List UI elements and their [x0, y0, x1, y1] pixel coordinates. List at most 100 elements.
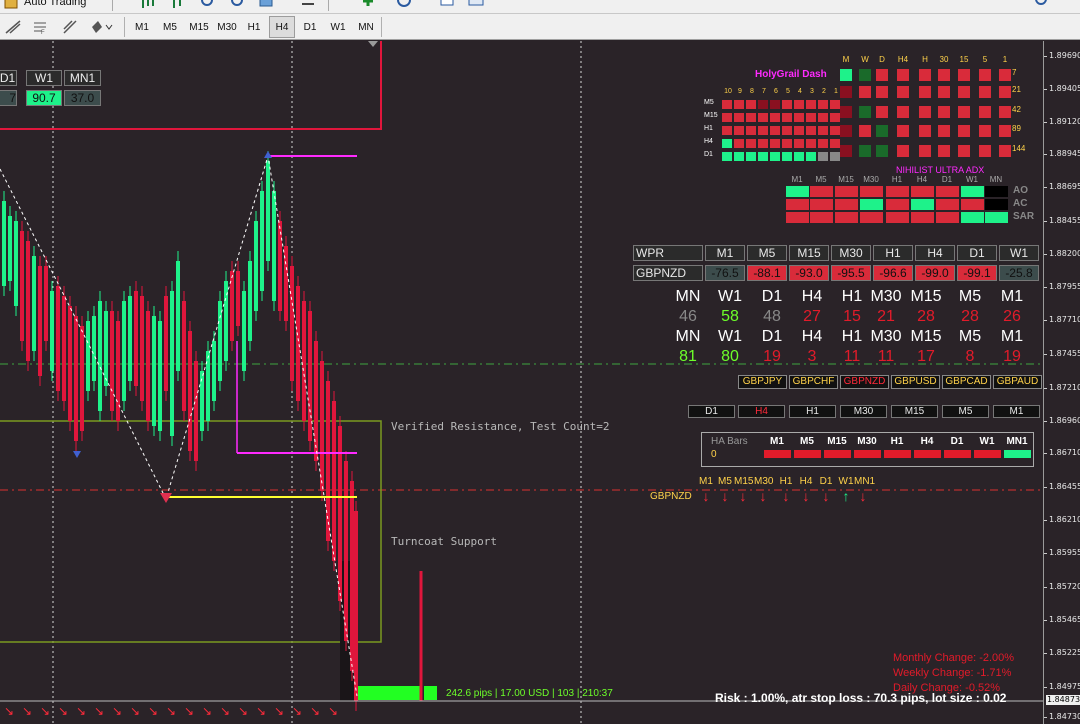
price-tick-label: 1.86210: [1049, 515, 1080, 524]
ha-bars-cell: [1004, 450, 1031, 458]
sell-signal-icon: ↘: [274, 704, 284, 718]
price-tick-label: 1.86455: [1049, 482, 1080, 491]
tile-windows-icon[interactable]: [258, 0, 274, 15]
nihilist-row-label: AO: [1013, 185, 1028, 196]
hg-signal-cell: [806, 152, 816, 161]
candle-body: [296, 286, 300, 401]
nihilist-cell: [961, 199, 984, 210]
hg-trend-cell: [919, 145, 931, 157]
hg-signal-cell: [818, 100, 828, 109]
pair-button-gbpaud[interactable]: GBPAUD: [993, 375, 1042, 389]
tf-row-button-m1[interactable]: M1: [993, 405, 1040, 418]
fibonacci-tool-icon[interactable]: F: [32, 19, 48, 40]
price-tick-label: 1.87710: [1049, 315, 1080, 324]
crosshair-tool-icon[interactable]: [4, 19, 22, 40]
candle-body: [164, 296, 168, 391]
strength-header: M5: [958, 288, 982, 305]
strength-value: 81: [679, 348, 697, 365]
hg-signal-cell: [734, 139, 744, 148]
nihilist-header: M5: [815, 175, 827, 184]
candle-body: [128, 296, 132, 381]
hg-signal-cell: [794, 152, 804, 161]
autotrading-icon[interactable]: [2, 0, 22, 12]
tf-h4[interactable]: H4: [269, 16, 295, 38]
hg-trend-cell: [938, 145, 950, 157]
wpr-tf-header: M1: [705, 245, 745, 261]
wpr-value: -88.1: [747, 265, 787, 281]
tf-w1[interactable]: W1: [325, 16, 351, 38]
pair-button-gbpcad[interactable]: GBPCAD: [942, 375, 991, 389]
bar-chart-icon[interactable]: [140, 0, 156, 15]
strength-value: 28: [917, 308, 935, 325]
tf-row-button-h4[interactable]: H4: [738, 405, 785, 418]
ha-bars-cell: [764, 450, 791, 458]
tf-m30[interactable]: M30: [213, 16, 241, 38]
zoom-in-icon[interactable]: [200, 0, 216, 15]
ha-bars-value: 0: [711, 449, 717, 460]
candle-body: [170, 291, 174, 436]
price-tick-mark: [1044, 122, 1047, 123]
tf-d1[interactable]: D1: [297, 16, 323, 38]
sell-signal-icon: ↘: [148, 704, 158, 718]
nihilist-cell: [810, 199, 833, 210]
draw-lines-icon[interactable]: [62, 19, 78, 40]
hg-signal-cell: [782, 139, 792, 148]
tf-row-button-m15[interactable]: M15: [891, 405, 938, 418]
hg-signal-cell: [794, 126, 804, 135]
hg-signal-cell: [782, 113, 792, 122]
arrow-down-icon: ↓: [859, 488, 867, 504]
candle-chart-icon[interactable]: [170, 0, 186, 15]
tf-m5[interactable]: M5: [157, 16, 183, 38]
holygrail-title: HolyGrail Dash: [755, 69, 827, 80]
strength-header: M1: [1000, 328, 1024, 345]
price-chart[interactable]: ↘ ↘ ↘ ↘ ↘ ↘ ↘ ↘ ↘ ↘ ↘ ↘ ↘ ↘ ↘ ↘ ↘ ↘ ↘ Verified Resistance,…: [0, 41, 1043, 724]
price-tick-mark: [1044, 388, 1047, 389]
tf-row-button-m30[interactable]: M30: [840, 405, 887, 418]
tf-h1[interactable]: H1: [241, 16, 267, 38]
nihilist-cell: [886, 212, 909, 223]
price-tick-mark: [1044, 254, 1047, 255]
strength-header: M1: [1000, 288, 1024, 305]
hg-trend-cell: [919, 106, 931, 118]
tf-row-button-h1[interactable]: H1: [789, 405, 836, 418]
ha-bars-header: M1: [770, 436, 784, 447]
pair-button-gbpjpy[interactable]: GBPJPY: [738, 375, 787, 389]
add-indicator-icon[interactable]: [360, 0, 378, 15]
pair-button-gbpchf[interactable]: GBPCHF: [789, 375, 838, 389]
pair-button-gbpnzd[interactable]: GBPNZD: [840, 375, 889, 389]
hg-signal-cell: [806, 126, 816, 135]
shapes-tool-icon[interactable]: [90, 19, 114, 40]
price-axis[interactable]: 1.89690 1.89405 1.89120 1.88945 1.88695 1.884…: [1043, 41, 1080, 724]
periods-icon[interactable]: [396, 0, 412, 15]
tl-value-d1: 7: [0, 90, 17, 106]
nihilist-header: MN: [989, 175, 1003, 184]
tf-row-button-d1[interactable]: D1: [688, 405, 735, 418]
search-icon[interactable]: [1034, 0, 1050, 15]
screenshot-icon[interactable]: [468, 0, 486, 15]
nihilist-header: M1: [791, 175, 803, 184]
hg-signal-cell: [794, 139, 804, 148]
wpr-value: -95.5: [831, 265, 871, 281]
arrow-header: H4: [799, 476, 813, 487]
chart-shift-icon[interactable]: [300, 0, 316, 15]
hg-signal-cell: [782, 100, 792, 109]
pair-button-gbpusd[interactable]: GBPUSD: [891, 375, 940, 389]
hg-signal-cell: [830, 126, 840, 135]
ha-bars-cell: [944, 450, 971, 458]
price-tick-label: 1.89690: [1049, 51, 1080, 60]
tf-m15[interactable]: M15: [185, 16, 213, 38]
candle-body: [290, 266, 294, 381]
sell-signal-icon: ↘: [238, 704, 248, 718]
templates-icon[interactable]: [440, 0, 456, 15]
hg-signal-cell: [758, 152, 768, 161]
tf-m1[interactable]: M1: [129, 16, 155, 38]
candle-body: [74, 316, 78, 441]
hg-signal-cell: [818, 113, 828, 122]
price-tick-mark: [1044, 320, 1047, 321]
zoom-out-icon[interactable]: [230, 0, 246, 15]
tf-row-button-m5[interactable]: M5: [942, 405, 989, 418]
candle-body: [344, 461, 348, 641]
ha-bars-cell: [974, 450, 1001, 458]
auto-trading-button[interactable]: Auto Trading: [24, 0, 86, 8]
tf-mn[interactable]: MN: [353, 16, 379, 38]
